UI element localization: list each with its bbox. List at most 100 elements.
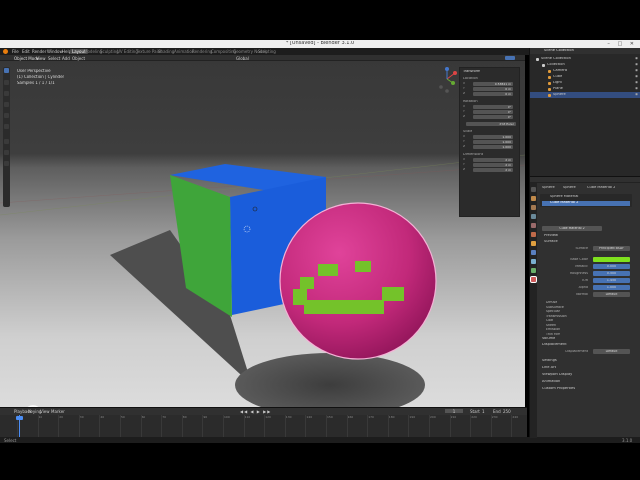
tab-shading[interactable]: Shading [158,49,174,54]
bsdf-subpanel-header[interactable]: Emission [546,328,560,331]
scale-z: Z 1.000 [463,145,513,149]
bsdf-subpanel-header[interactable]: Transmission [546,315,567,318]
location-z: Z0 m [463,92,513,96]
displacement-panel-header[interactable]: Displacement [542,343,567,347]
timeline-frame-label: 60 [141,416,146,419]
bsdf-subpanel-header[interactable]: Specular [546,310,560,313]
bsdf-subpanel-header[interactable]: Coat [546,319,553,322]
timeline-menu-marker[interactable]: Marker [51,409,65,414]
output-properties-icon[interactable] [531,205,536,210]
measure-tool-icon[interactable] [4,150,9,155]
viewport-display-panel-header[interactable]: Viewport Display [542,373,572,377]
visibility-eye-icon[interactable]: ◉ [635,87,638,91]
data-properties-icon[interactable] [531,268,536,273]
menu-edit[interactable]: Edit [22,49,30,54]
gizmo-z-icon [445,67,449,71]
status-version: 3.1.0 [622,438,633,443]
3d-viewport[interactable]: Object Mode View Select Add Object Globa… [0,55,525,407]
rotation-z: Z 0° [463,115,513,119]
tool-properties-icon[interactable] [531,187,536,192]
visibility-eye-icon[interactable]: ◉ [635,93,638,97]
timeline-menu-view[interactable]: View [40,409,50,414]
material-slot-2[interactable]: Cube Material 2 [542,201,630,206]
preview-panel-header[interactable]: Preview [544,234,558,238]
custom-properties-panel-header[interactable]: Custom Properties [542,387,575,391]
object-properties-icon[interactable] [531,241,536,246]
location-label: Location [463,77,478,80]
current-frame-field[interactable]: 1 [445,409,463,414]
blender-logo-icon[interactable] [3,49,8,54]
bsdf-subpanel-header[interactable]: Sheen [546,324,556,327]
physics-properties-icon[interactable] [531,259,536,264]
bsdf-input-field[interactable]: 0.000 [593,264,630,269]
tab-scripting[interactable]: Scripting [258,49,276,54]
transform-tool-icon[interactable] [4,124,9,129]
bsdf-subpanel-header[interactable]: Diffuse [546,301,557,304]
visibility-eye-icon[interactable]: ◉ [635,81,638,85]
dimensions-y: Y2 m [463,163,513,167]
bsdf-input-field[interactable]: 1.000 [593,285,630,290]
tab-uv-editing[interactable]: UV Editing [117,49,138,54]
cursor-tool-icon[interactable] [4,80,9,85]
scene-properties-icon[interactable] [531,223,536,228]
material-name-field[interactable]: Cube Material 2 [542,226,602,231]
outliner-item-label: Camera [553,69,568,72]
timeline-frame-label: 140 [306,416,313,419]
bsdf-input-field[interactable] [593,257,630,262]
window-title: * [Unsaved] - Blender 3.1.0 [285,41,355,46]
rotation-y: Y 0° [463,110,513,114]
lineart-panel-header[interactable]: Line Art [542,366,556,370]
displacement-field[interactable]: Default [593,349,630,354]
bsdf-input-field[interactable]: 1.450 [593,278,630,283]
view-layer-properties-icon[interactable] [531,214,536,219]
visibility-eye-icon[interactable]: ◉ [635,75,638,79]
scale-y: Y 1.000 [463,140,513,144]
status-bar: Select 3.1.0 [0,437,640,443]
move-tool-icon[interactable] [4,91,9,96]
outliner-object-icon [548,93,551,97]
outliner-header-label: Scene Collection [544,49,574,52]
sphere-shadow [235,353,425,407]
world-properties-icon[interactable] [531,232,536,237]
playback-controls[interactable]: ◀◀ ◀ ▶ ▶▶ [240,409,271,414]
outliner-item[interactable]: Sphere ◉ [530,92,640,98]
surface-shader-field[interactable]: Principled BSDF [593,246,630,251]
settings-panel-header[interactable]: Settings [542,359,557,363]
timeline-frame-label: 220 [471,416,477,419]
dimensions-label: Dimensions [463,153,484,156]
bsdf-subpanel-header[interactable]: Subsurface [546,306,564,309]
select-box-tool-icon[interactable] [4,68,9,73]
render-properties-icon[interactable] [531,196,536,201]
npanel-transform-header[interactable]: Transform [463,70,480,74]
material-properties-icon[interactable] [530,276,537,283]
material-slot-1[interactable]: Sphere Material [550,195,630,199]
bsdf-input-field[interactable]: Default [593,292,630,297]
bsdf-subpanel-header[interactable]: Thin Film [546,333,560,336]
rotate-tool-icon[interactable] [4,102,9,107]
menu-render[interactable]: Render [32,49,46,54]
add-cube-tool-icon[interactable] [4,161,9,166]
tab-rendering[interactable]: Rendering [192,49,212,54]
modifier-properties-icon[interactable] [531,250,536,255]
visibility-eye-icon[interactable]: ◉ [635,57,638,61]
location-x: X 0.53841 m [463,82,513,86]
end-frame-field[interactable]: 250 [503,409,511,414]
bsdf-input-field[interactable]: 0.500 [593,271,630,276]
scale-tool-icon[interactable] [4,113,9,118]
animation-panel-header[interactable]: Animation [542,380,560,384]
annotate-tool-icon[interactable] [4,139,9,144]
visibility-eye-icon[interactable]: ◉ [635,69,638,73]
menu-window[interactable]: Window [47,49,63,54]
gizmo-x-icon [453,71,457,75]
timeline-frame-label: 40 [100,416,105,419]
volume-panel-header[interactable]: Volume [542,337,555,341]
start-frame-field[interactable]: 1 [482,409,485,414]
window-controls[interactable]: – □ ✕ [607,41,637,47]
surface-panel-header[interactable]: Surface [544,240,558,244]
visibility-eye-icon[interactable]: ◉ [635,63,638,67]
tab-sculpting[interactable]: Sculpting [100,49,119,54]
menu-file[interactable]: File [12,49,19,54]
timeline-editor[interactable]: Playback Keying View Marker ◀◀ ◀ ▶ ▶▶ 1 … [0,407,539,438]
timeline-frame-label: 30 [79,416,84,419]
start-label: Start [470,409,480,414]
